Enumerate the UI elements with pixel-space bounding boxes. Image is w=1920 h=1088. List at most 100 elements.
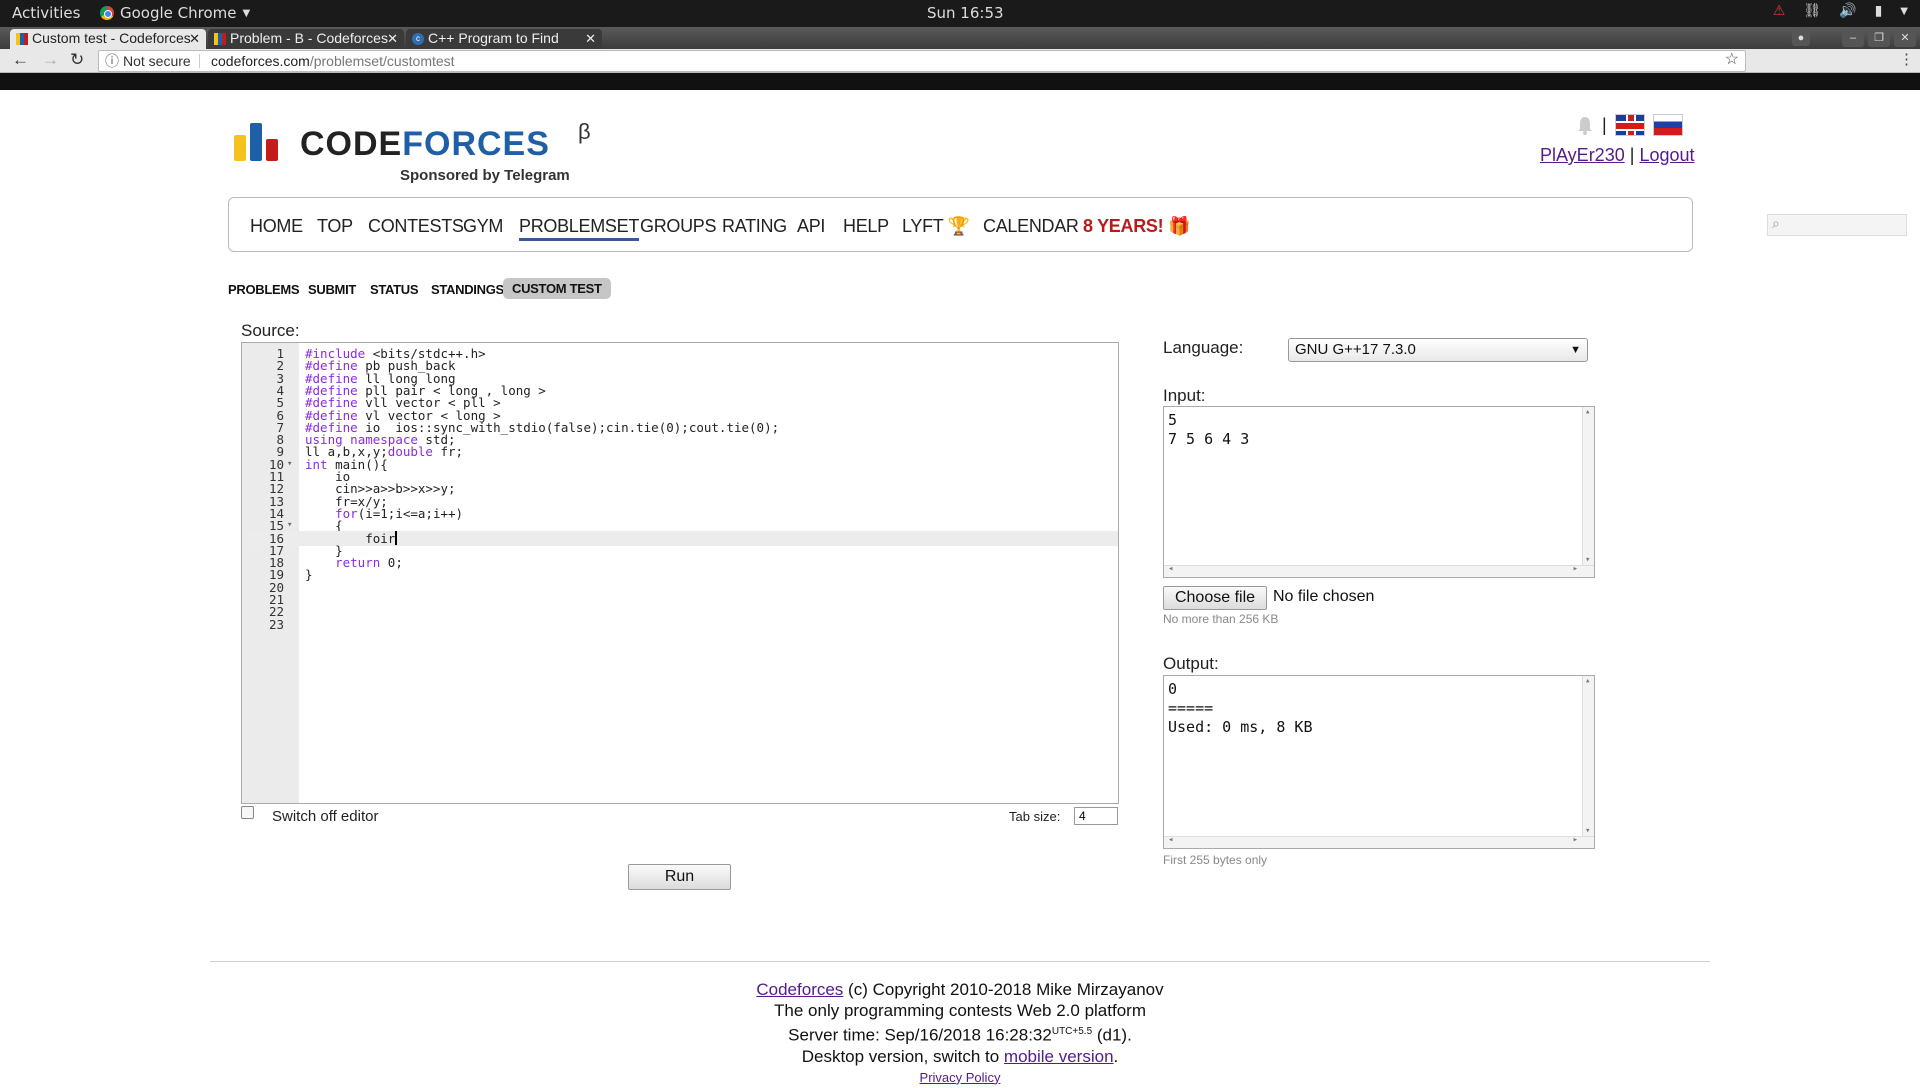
codeforces-favicon-icon [214, 33, 226, 45]
app-menu[interactable]: Google Chrome ▼ [100, 4, 250, 22]
close-tab-icon[interactable]: ✕ [387, 29, 398, 48]
tab-title: C++ Program to Find [428, 30, 559, 46]
info-icon[interactable]: ⓘ [105, 51, 119, 71]
system-top-bar: Activities Google Chrome ▼ Sun 16:53 ⚠ ⛓… [0, 0, 1920, 27]
submenu-status[interactable]: STATUS [370, 282, 419, 297]
horizontal-scrollbar[interactable] [1164, 835, 1594, 848]
system-tray[interactable]: ⚠ ⛓ 🔊 ▮ ▼ [1773, 3, 1908, 19]
divider: | [1602, 114, 1607, 135]
security-label[interactable]: Not secure [123, 51, 191, 71]
switch-off-editor-checkbox[interactable] [241, 806, 254, 819]
battery-icon: ▮ [1874, 3, 1883, 19]
logo-text: CODEFORCES [300, 125, 550, 163]
header-tools: | [1576, 114, 1683, 136]
minimize-icon[interactable]: – [1842, 29, 1864, 47]
output-textarea[interactable]: 0 ===== Used: 0 ms, 8 KB [1163, 675, 1595, 849]
language-select[interactable]: GNU G++17 7.3.0 ▼ [1288, 338, 1588, 362]
back-arrow-icon[interactable]: ← [12, 50, 29, 70]
dropdown-arrow-icon: ▼ [1570, 344, 1581, 356]
volume-icon: 🔊 [1839, 3, 1857, 19]
horizontal-scrollbar[interactable] [1164, 564, 1594, 577]
submenu-standings[interactable]: STANDINGS [431, 282, 504, 297]
warning-icon: ⚠ [1772, 3, 1786, 19]
main-menu: HOME TOP CONTESTS GYM PROBLEMSET GROUPS … [228, 197, 1907, 252]
run-button[interactable]: Run [628, 864, 731, 890]
reload-icon[interactable]: ↻ [70, 50, 84, 70]
input-text: 5 7 5 6 4 3 [1168, 411, 1250, 448]
line-number: 23 [268, 616, 284, 632]
browser-menu-icon[interactable]: ⋮ [1899, 50, 1914, 68]
tab-problem-b[interactable]: Problem - B - Codeforces ✕ [208, 29, 404, 49]
language-label: Language: [1163, 338, 1244, 357]
tab-cpp-program[interactable]: c C++ Program to Find ✕ [406, 29, 602, 49]
input-size-hint: No more than 256 KB [1163, 612, 1279, 626]
tab-size-input[interactable]: 4 [1074, 807, 1118, 825]
restore-icon[interactable]: ❐ [1868, 29, 1890, 47]
tab-strip: Custom test - Codeforces ✕ Problem - B -… [0, 27, 1920, 49]
vertical-scrollbar[interactable] [1582, 407, 1594, 565]
menu-problemset[interactable]: PROBLEMSET [519, 216, 639, 241]
footer-server-time: Server time: Sep/16/2018 16:28:32UTC+5.5… [788, 1025, 1132, 1045]
logout-link[interactable]: Logout [1639, 145, 1694, 165]
input-textarea[interactable]: 5 7 5 6 4 3 [1163, 406, 1595, 578]
search-icon: ⌕ [1772, 215, 1780, 231]
close-window-icon[interactable]: ✕ [1894, 29, 1916, 47]
output-label: Output: [1163, 654, 1219, 673]
footer-copyright: Codeforces (c) Copyright 2010-2018 Mike … [756, 980, 1164, 999]
menu-groups[interactable]: GROUPS [640, 216, 717, 237]
no-file-chosen-label: No file chosen [1273, 588, 1375, 605]
tab-title: Problem - B - Codeforces [230, 30, 388, 46]
bookmark-star-icon[interactable]: ☆ [1725, 50, 1739, 70]
footer-divider [210, 961, 1710, 962]
tab-title: Custom test - Codeforces [32, 30, 191, 46]
code-line[interactable]: 23 [242, 617, 1118, 632]
submenu-problems[interactable]: PROBLEMS [228, 282, 300, 297]
output-size-hint: First 255 bytes only [1163, 853, 1268, 867]
address-bar[interactable]: ⓘ Not secure codeforces.com/problemset/c… [98, 50, 1746, 72]
divider: | [1629, 145, 1635, 165]
footer-version: Desktop version, switch to mobile versio… [801, 1046, 1119, 1066]
privacy-policy-link[interactable]: Privacy Policy [920, 1070, 1001, 1085]
submenu-submit[interactable]: SUBMIT [308, 282, 356, 297]
close-tab-icon[interactable]: ✕ [189, 29, 200, 48]
menu-calendar[interactable]: CALENDAR [983, 216, 1079, 237]
chrome-icon [100, 6, 114, 20]
menu-help[interactable]: HELP [843, 216, 889, 237]
mobile-version-link[interactable]: mobile version [1004, 1047, 1114, 1066]
clock[interactable]: Sun 16:53 [927, 4, 1004, 22]
source-label: Source: [241, 321, 300, 340]
russian-flag-icon[interactable] [1652, 114, 1683, 136]
page-top-band [0, 73, 1920, 90]
profile-icon[interactable]: ● [1792, 30, 1810, 46]
notification-bell-icon[interactable] [1576, 115, 1594, 135]
menu-contests[interactable]: CONTESTS [368, 216, 464, 237]
footer: Codeforces (c) Copyright 2010-2018 Mike … [0, 979, 1920, 1088]
choose-file-button[interactable]: Choose file [1163, 586, 1267, 610]
activities-button[interactable]: Activities [12, 4, 80, 22]
search-input[interactable]: ⌕ [1767, 214, 1907, 236]
menu-rating[interactable]: RATING [722, 216, 787, 237]
menu-top[interactable]: TOP [317, 216, 353, 237]
codeforces-link[interactable]: Codeforces [756, 980, 843, 999]
menu-8-years[interactable]: 8 YEARS! 🎁 [1083, 216, 1190, 237]
code-editor[interactable]: 1 #include <bits/stdc++.h> 2 #define pb pus… [241, 342, 1119, 804]
menu-gym[interactable]: GYM [463, 216, 503, 237]
menu-api[interactable]: API [797, 216, 825, 237]
menu-lyft[interactable]: LYFT 🏆 [902, 216, 970, 237]
close-tab-icon[interactable]: ✕ [585, 29, 596, 48]
app-menu-label: Google Chrome [120, 4, 237, 22]
vertical-scrollbar[interactable] [1582, 676, 1594, 836]
site-favicon-icon: c [412, 33, 424, 45]
submenu-custom-test[interactable]: CUSTOM TEST [503, 278, 611, 299]
window-controls: – ❐ ✕ [1842, 29, 1916, 47]
english-flag-icon[interactable] [1614, 114, 1645, 136]
menu-home[interactable]: HOME [250, 216, 303, 237]
url-text[interactable]: codeforces.com/problemset/customtest [211, 51, 455, 71]
network-icon: ⛓ [1803, 3, 1822, 19]
browser-toolbar: ← → ↻ ⓘ Not secure codeforces.com/proble… [0, 49, 1920, 73]
tab-custom-test[interactable]: Custom test - Codeforces ✕ [10, 29, 206, 49]
logo-bars-icon [234, 123, 284, 161]
forward-arrow-icon[interactable]: → [42, 50, 59, 70]
profile-link[interactable]: PlAyEr230 [1540, 145, 1625, 165]
logo-beta: β [578, 119, 591, 144]
